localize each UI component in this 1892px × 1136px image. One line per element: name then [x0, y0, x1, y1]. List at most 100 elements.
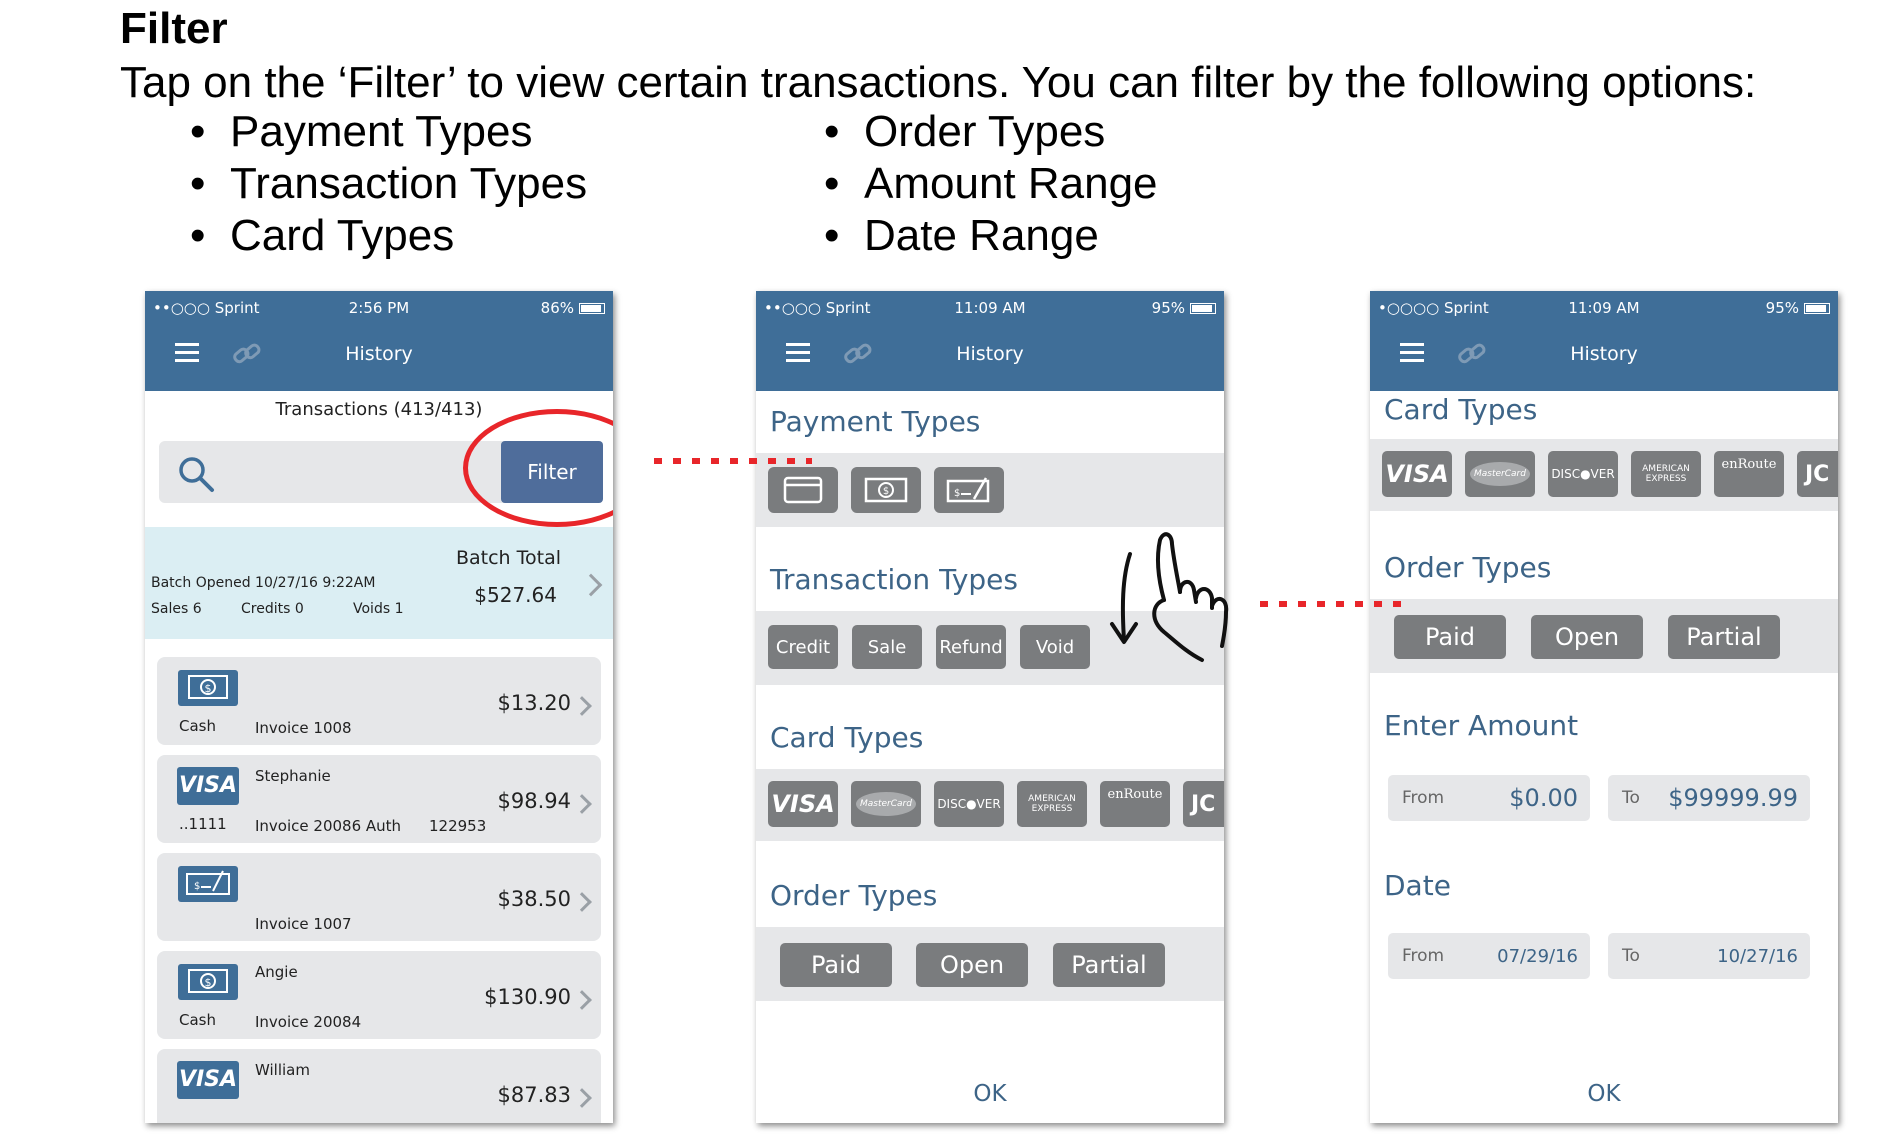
- customer-name: William: [255, 1061, 310, 1079]
- invoice-number: Invoice 20084: [255, 1013, 362, 1031]
- connector-dotted-line: [654, 458, 812, 464]
- enter-amount-heading: Enter Amount: [1384, 709, 1579, 742]
- chip-partial[interactable]: Partial: [1668, 615, 1780, 659]
- battery-indicator: 95%: [1766, 299, 1830, 317]
- customer-name: Stephanie: [255, 767, 331, 785]
- chip-credit[interactable]: Credit: [768, 625, 838, 669]
- visa-chip[interactable]: VISA: [1382, 451, 1452, 497]
- chip-open[interactable]: Open: [916, 943, 1028, 987]
- table-row[interactable]: VISA Stephanie ..1111 Invoice 20086 Auth…: [157, 755, 601, 843]
- date-to-value: 10/27/16: [1717, 946, 1798, 967]
- batch-summary[interactable]: Batch Total $527.64 Batch Opened 10/27/1…: [145, 527, 613, 639]
- swipe-gesture-icon: [1110, 532, 1229, 662]
- battery-icon: [579, 302, 605, 314]
- chip-sale[interactable]: Sale: [852, 625, 922, 669]
- amount-from-value: $0.00: [1509, 784, 1578, 812]
- credit-card-icon: [783, 476, 823, 504]
- order-types-heading: Order Types: [1384, 551, 1552, 584]
- discover-chip[interactable]: DISC●VER: [934, 781, 1004, 827]
- invoice-number: Invoice 1008: [255, 719, 352, 737]
- chip-paid[interactable]: Paid: [780, 943, 892, 987]
- jcb-chip[interactable]: JC: [1797, 451, 1838, 497]
- status-bar: ••○○○ Sprint 2:56 PM 86%: [145, 295, 613, 319]
- amount-to-field[interactable]: To $99999.99: [1608, 775, 1810, 821]
- batch-total-amount: $527.64: [474, 583, 557, 607]
- enroute-chip[interactable]: enRoute: [1714, 451, 1784, 497]
- batch-total-label: Batch Total: [455, 547, 561, 569]
- visa-icon: VISA: [177, 767, 239, 805]
- jcb-chip[interactable]: JC: [1183, 781, 1224, 827]
- svg-text:$: $: [205, 976, 212, 989]
- check-payment-filter[interactable]: $: [934, 467, 1004, 513]
- card-types-row: VISA MasterCard DISC●VER AMERICAN EXPRES…: [756, 769, 1224, 841]
- svg-text:$: $: [205, 682, 212, 695]
- ok-button[interactable]: OK: [756, 1081, 1224, 1107]
- table-row[interactable]: $ Angie Cash Invoice 20084 $130.90: [157, 951, 601, 1039]
- batch-sales: Sales 6: [151, 601, 202, 617]
- chip-open[interactable]: Open: [1531, 615, 1643, 659]
- card-types-row: VISA MasterCard DISC●VER AMERICAN EXPRES…: [1370, 439, 1838, 511]
- payment-method: Cash: [179, 717, 216, 735]
- auth-code: 122953: [429, 817, 487, 835]
- discover-chip[interactable]: DISC●VER: [1548, 451, 1618, 497]
- nav-bar: History: [756, 325, 1224, 385]
- card-payment-filter[interactable]: [768, 467, 838, 513]
- nav-bar: History: [1370, 325, 1838, 385]
- visa-icon: VISA: [177, 1061, 239, 1099]
- amex-chip[interactable]: AMERICAN EXPRESS: [1017, 781, 1087, 827]
- table-row[interactable]: VISA William $87.83: [157, 1049, 601, 1123]
- mastercard-chip[interactable]: MasterCard: [1465, 451, 1535, 497]
- batch-credits: Credits 0: [241, 601, 304, 617]
- amount-from-field[interactable]: From $0.00: [1388, 775, 1590, 821]
- option-item: Amount Range: [824, 158, 1158, 210]
- order-types-row: Paid Open Partial: [756, 927, 1224, 1001]
- table-row[interactable]: $ Invoice 1007 $38.50: [157, 853, 601, 941]
- battery-indicator: 95%: [1152, 299, 1216, 317]
- check-icon: $: [178, 866, 238, 902]
- option-item: Transaction Types: [190, 158, 587, 210]
- date-heading: Date: [1384, 869, 1451, 902]
- nav-bar: History: [145, 325, 613, 385]
- chevron-right-icon: [579, 573, 603, 597]
- app-header: ••○○○ Sprint 2:56 PM 86% History: [145, 291, 613, 391]
- amex-chip[interactable]: AMERICAN EXPRESS: [1631, 451, 1701, 497]
- payment-method: Cash: [179, 1011, 216, 1029]
- customer-name: Angie: [255, 963, 298, 981]
- option-item: Card Types: [190, 210, 587, 262]
- svg-text:$: $: [954, 488, 960, 499]
- batch-opened: Batch Opened 10/27/16 9:22AM: [151, 575, 376, 591]
- cash-icon: $: [864, 477, 908, 503]
- enroute-chip[interactable]: enRoute: [1100, 781, 1170, 827]
- date-from-value: 07/29/16: [1497, 946, 1578, 967]
- chip-refund[interactable]: Refund: [936, 625, 1006, 669]
- chevron-right-icon: [572, 1088, 592, 1108]
- mastercard-chip[interactable]: MasterCard: [851, 781, 921, 827]
- battery-icon: [1190, 302, 1216, 314]
- cash-icon: $: [178, 964, 238, 1000]
- filter-button[interactable]: Filter: [501, 441, 603, 503]
- chip-paid[interactable]: Paid: [1394, 615, 1506, 659]
- table-row[interactable]: $ Cash Invoice 1008 $13.20: [157, 657, 601, 745]
- ok-button[interactable]: OK: [1370, 1081, 1838, 1107]
- chip-void[interactable]: Void: [1020, 625, 1090, 669]
- amount-from-label: From: [1402, 788, 1445, 808]
- page-title: History: [1570, 343, 1638, 365]
- visa-chip[interactable]: VISA: [768, 781, 838, 827]
- date-from-label: From: [1402, 946, 1445, 966]
- svg-text:$: $: [883, 486, 889, 497]
- status-bar: ••○○○ Sprint 11:09 AM 95%: [756, 295, 1224, 319]
- app-header: ••○○○ Sprint 11:09 AM 95% History: [756, 291, 1224, 391]
- battery-indicator: 86%: [541, 299, 605, 317]
- cash-payment-filter[interactable]: $: [851, 467, 921, 513]
- doc-title: Filter: [120, 4, 228, 53]
- phone-filter-top: ••○○○ Sprint 11:09 AM 95% History Paymen…: [756, 291, 1224, 1123]
- options-list-right: Order Types Amount Range Date Range: [824, 106, 1158, 262]
- transaction-amount: $13.20: [497, 691, 571, 715]
- chip-partial[interactable]: Partial: [1053, 943, 1165, 987]
- chevron-right-icon: [572, 990, 592, 1010]
- date-from-field[interactable]: From 07/29/16: [1388, 933, 1590, 979]
- order-types-heading: Order Types: [770, 879, 938, 912]
- payment-types-heading: Payment Types: [770, 405, 981, 438]
- date-to-field[interactable]: To 10/27/16: [1608, 933, 1810, 979]
- phone-filter-bottom: •○○○○ Sprint 11:09 AM 95% History Card T…: [1370, 291, 1838, 1123]
